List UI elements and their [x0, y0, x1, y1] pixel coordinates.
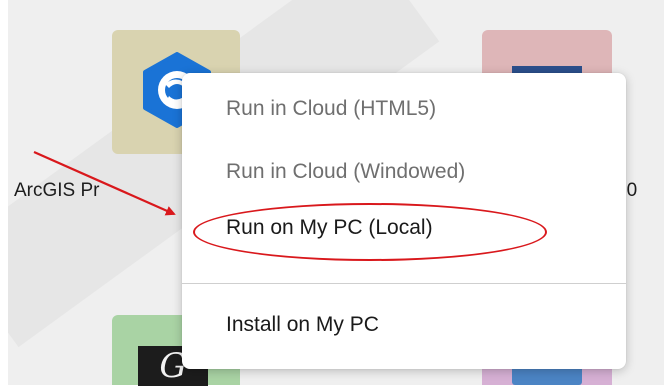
menu-item-run-cloud-windowed[interactable]: Run in Cloud (Windowed)	[226, 160, 465, 184]
launch-context-menu: Run in Cloud (HTML5) Run in Cloud (Windo…	[182, 73, 626, 369]
menu-divider	[182, 283, 626, 284]
menu-item-install-local[interactable]: Install on My PC	[226, 313, 379, 337]
menu-item-run-local[interactable]: Run on My PC (Local)	[226, 216, 433, 240]
arcgis-pro-label[interactable]: ArcGIS Pr	[14, 180, 100, 202]
menu-item-run-cloud-html5[interactable]: Run in Cloud (HTML5)	[226, 97, 436, 121]
